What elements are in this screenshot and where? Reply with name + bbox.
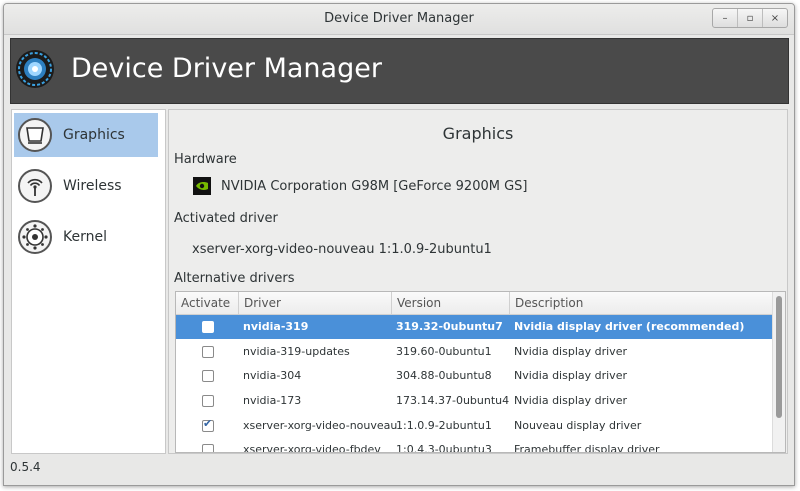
nvidia-icon: [193, 177, 211, 195]
page-title: Graphics: [442, 124, 514, 143]
column-header-driver[interactable]: Driver: [238, 292, 391, 314]
column-header-version[interactable]: Version: [391, 292, 509, 314]
activated-driver-label: Activated driver: [174, 211, 278, 226]
table-row[interactable]: xserver-xorg-video-fbdev 1:0.4.3-0ubuntu…: [176, 438, 772, 453]
main-panel: Graphics Hardware NVIDIA Corporation G98…: [168, 109, 788, 454]
description-cell: Nvidia display driver: [514, 369, 627, 382]
activate-checkbox[interactable]: [202, 444, 214, 452]
table-header: Activate Driver Version Description: [176, 292, 772, 315]
version-cell: 304.88-0ubuntu8: [396, 369, 492, 382]
scrollbar-thumb[interactable]: [776, 296, 782, 418]
monitor-icon: [18, 118, 52, 152]
description-cell: Nvidia display driver: [514, 394, 627, 407]
table-row[interactable]: nvidia-173 173.14.37-0ubuntu4 Nvidia dis…: [176, 389, 772, 413]
table-row[interactable]: nvidia-304 304.88-0ubuntu8 Nvidia displa…: [176, 364, 772, 388]
app-version: 0.5.4: [10, 460, 41, 474]
sidebar: Graphics Wireless Kernel: [11, 109, 166, 454]
driver-cell: xserver-xorg-video-nouveau: [243, 419, 398, 432]
sidebar-item-wireless[interactable]: Wireless: [14, 164, 158, 208]
version-cell: 173.14.37-0ubuntu4: [396, 394, 510, 407]
hardware-name: NVIDIA Corporation G98M [GeForce 9200M G…: [221, 178, 528, 194]
sidebar-item-label: Wireless: [63, 178, 122, 194]
activate-checkbox[interactable]: [202, 346, 214, 358]
table-row[interactable]: nvidia-319 319.32-0ubuntu7 Nvidia displa…: [176, 315, 772, 339]
app-header-title: Device Driver Manager: [71, 53, 382, 84]
table-row[interactable]: nvidia-319-updates 319.60-0ubuntu1 Nvidi…: [176, 340, 772, 364]
version-cell: 319.32-0ubuntu7: [396, 320, 503, 333]
version-cell: 1:0.4.3-0ubuntu3: [396, 443, 492, 453]
table-scrollbar[interactable]: [772, 292, 785, 452]
activate-checkbox[interactable]: [202, 370, 214, 382]
version-cell: 1:1.0.9-2ubuntu1: [396, 419, 492, 432]
description-cell: Nvidia display driver: [514, 345, 627, 358]
minimize-button[interactable]: –: [713, 9, 737, 27]
sidebar-item-label: Kernel: [63, 229, 107, 245]
activate-checkbox[interactable]: [202, 417, 214, 432]
table-row[interactable]: xserver-xorg-video-nouveau 1:1.0.9-2ubun…: [176, 414, 772, 438]
driver-cell: nvidia-173: [243, 394, 302, 407]
sidebar-item-kernel[interactable]: Kernel: [14, 215, 158, 259]
driver-cell: nvidia-304: [243, 369, 302, 382]
sidebar-item-label: Graphics: [63, 127, 125, 143]
driver-cell: nvidia-319: [243, 320, 309, 333]
close-button[interactable]: ×: [762, 9, 787, 27]
window-controls: – ▫ ×: [712, 8, 788, 28]
activate-checkbox[interactable]: [202, 321, 214, 333]
column-header-activate[interactable]: Activate: [176, 292, 237, 314]
sidebar-item-graphics[interactable]: Graphics: [14, 113, 158, 157]
gear-logo-icon: [16, 50, 54, 88]
driver-cell: nvidia-319-updates: [243, 345, 350, 358]
drivers-table: Activate Driver Version Description nvid…: [175, 291, 786, 453]
hardware-label: Hardware: [174, 152, 237, 167]
driver-cell: xserver-xorg-video-fbdev: [243, 443, 381, 453]
version-cell: 319.60-0ubuntu1: [396, 345, 492, 358]
window-title: Device Driver Manager: [324, 11, 474, 26]
description-cell: Nouveau display driver: [514, 419, 642, 432]
description-cell: Framebuffer display driver: [514, 443, 660, 453]
description-cell: Nvidia display driver (recommended): [514, 320, 745, 333]
title-bar[interactable]: Device Driver Manager – ▫ ×: [4, 4, 794, 35]
kernel-chip-icon: [18, 220, 52, 254]
column-header-description[interactable]: Description: [509, 292, 773, 314]
hardware-row: NVIDIA Corporation G98M [GeForce 9200M G…: [193, 177, 528, 195]
activated-driver-value: xserver-xorg-video-nouveau 1:1.0.9-2ubun…: [192, 242, 492, 257]
maximize-button[interactable]: ▫: [737, 9, 762, 27]
wireless-icon: [18, 169, 52, 203]
activate-checkbox[interactable]: [202, 395, 214, 407]
alternative-drivers-label: Alternative drivers: [174, 271, 295, 286]
app-header: Device Driver Manager: [10, 38, 789, 104]
app-window: Device Driver Manager – ▫ × Device Drive…: [3, 3, 795, 486]
